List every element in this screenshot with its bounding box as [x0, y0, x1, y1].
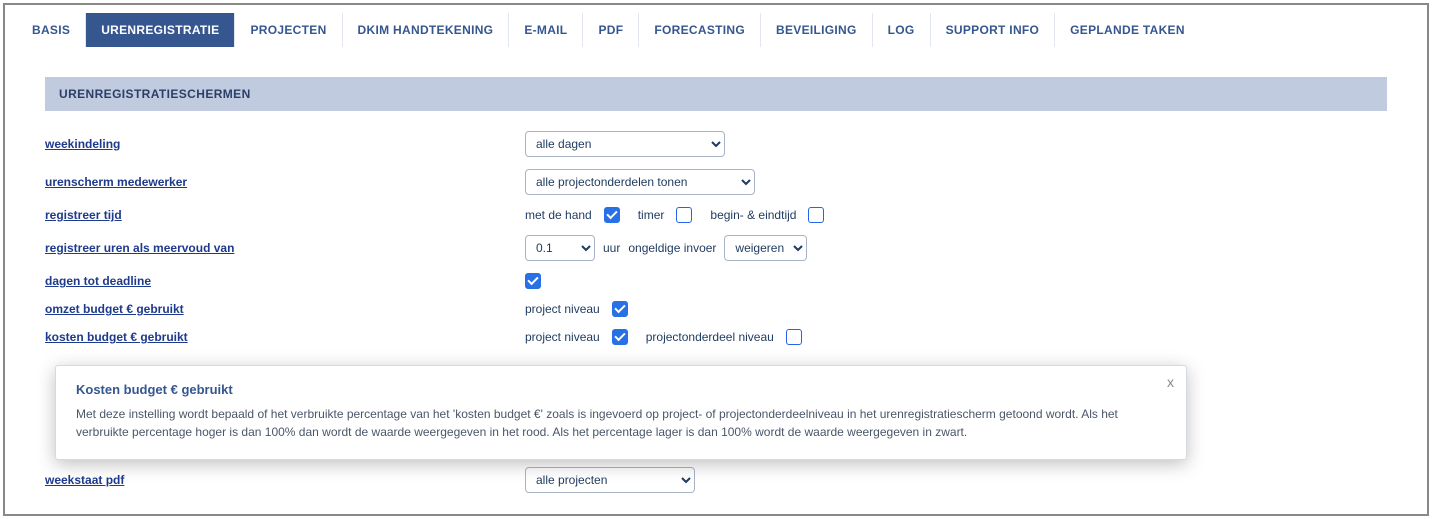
select-urenscherm[interactable]: alle projectonderdelen tonen	[525, 169, 755, 195]
select-weekstaat[interactable]: alle projecten	[525, 467, 695, 493]
tooltip-popup: x Kosten budget € gebruikt Met deze inst…	[55, 365, 1187, 460]
checkbox-deadline[interactable]	[525, 273, 541, 289]
text-timer: timer	[638, 208, 665, 222]
label-omzet[interactable]: omzet budget € gebruikt	[45, 302, 525, 316]
section-header: URENREGISTRATIESCHERMEN	[45, 77, 1387, 111]
checkbox-met-de-hand[interactable]	[604, 207, 620, 223]
checkbox-kosten-onderdeel-niveau[interactable]	[786, 329, 802, 345]
tab-pdf[interactable]: PDF	[583, 13, 639, 47]
tab-urenregistratie[interactable]: URENREGISTRATIE	[86, 13, 235, 47]
label-registreer-tijd[interactable]: registreer tijd	[45, 208, 525, 222]
label-weekindeling[interactable]: weekindeling	[45, 137, 525, 151]
text-begin-eindtijd: begin- & eindtijd	[710, 208, 796, 222]
popup-body: Met deze instelling wordt bepaald of het…	[76, 405, 1166, 441]
tab-dkim-handtekening[interactable]: DKIM HANDTEKENING	[343, 13, 510, 47]
row-weekindeling: weekindeling alle dagen	[45, 125, 1387, 163]
text-uur: uur	[603, 241, 620, 255]
row-meervoud: registreer uren als meervoud van 0.1 uur…	[45, 229, 1387, 267]
select-meervoud-value[interactable]: 0.1	[525, 235, 595, 261]
app-window: BASISURENREGISTRATIEPROJECTENDKIM HANDTE…	[3, 3, 1429, 516]
label-kosten[interactable]: kosten budget € gebruikt	[45, 330, 525, 344]
tab-forecasting[interactable]: FORECASTING	[639, 13, 761, 47]
label-weekstaat[interactable]: weekstaat pdf	[45, 473, 525, 487]
tab-projecten[interactable]: PROJECTEN	[235, 13, 342, 47]
text-met-de-hand: met de hand	[525, 208, 592, 222]
text-ongeldige-invoer: ongeldige invoer	[628, 241, 716, 255]
label-deadline[interactable]: dagen tot deadline	[45, 274, 525, 288]
row-urenscherm: urenscherm medewerker alle projectonderd…	[45, 163, 1387, 201]
popup-title: Kosten budget € gebruikt	[76, 382, 1166, 397]
row-kosten: kosten budget € gebruikt project niveau …	[45, 323, 1387, 351]
tab-log[interactable]: LOG	[873, 13, 931, 47]
text-kosten-onderdeel-niveau: projectonderdeel niveau	[646, 330, 774, 344]
checkbox-omzet-project-niveau[interactable]	[612, 301, 628, 317]
checkbox-kosten-project-niveau[interactable]	[612, 329, 628, 345]
tab-beveiliging[interactable]: BEVEILIGING	[761, 13, 873, 47]
label-meervoud[interactable]: registreer uren als meervoud van	[45, 241, 525, 255]
tab-basis[interactable]: BASIS	[17, 13, 86, 47]
text-kosten-project-niveau: project niveau	[525, 330, 600, 344]
checkbox-timer[interactable]	[676, 207, 692, 223]
row-weekstaat: weekstaat pdf alle projecten	[45, 461, 1387, 499]
tab-bar: BASISURENREGISTRATIEPROJECTENDKIM HANDTE…	[5, 5, 1427, 47]
row-deadline: dagen tot deadline	[45, 267, 1387, 295]
label-urenscherm[interactable]: urenscherm medewerker	[45, 175, 525, 189]
close-icon[interactable]: x	[1167, 374, 1174, 390]
tab-support-info[interactable]: SUPPORT INFO	[931, 13, 1056, 47]
row-omzet: omzet budget € gebruikt project niveau	[45, 295, 1387, 323]
tab-e-mail[interactable]: E-MAIL	[509, 13, 583, 47]
tab-geplande-taken[interactable]: GEPLANDE TAKEN	[1055, 13, 1200, 47]
checkbox-begin-eindtijd[interactable]	[808, 207, 824, 223]
select-ongeldige-invoer[interactable]: weigeren	[724, 235, 807, 261]
text-omzet-project-niveau: project niveau	[525, 302, 600, 316]
select-weekindeling[interactable]: alle dagen	[525, 131, 725, 157]
row-registreer-tijd: registreer tijd met de hand timer begin-…	[45, 201, 1387, 229]
